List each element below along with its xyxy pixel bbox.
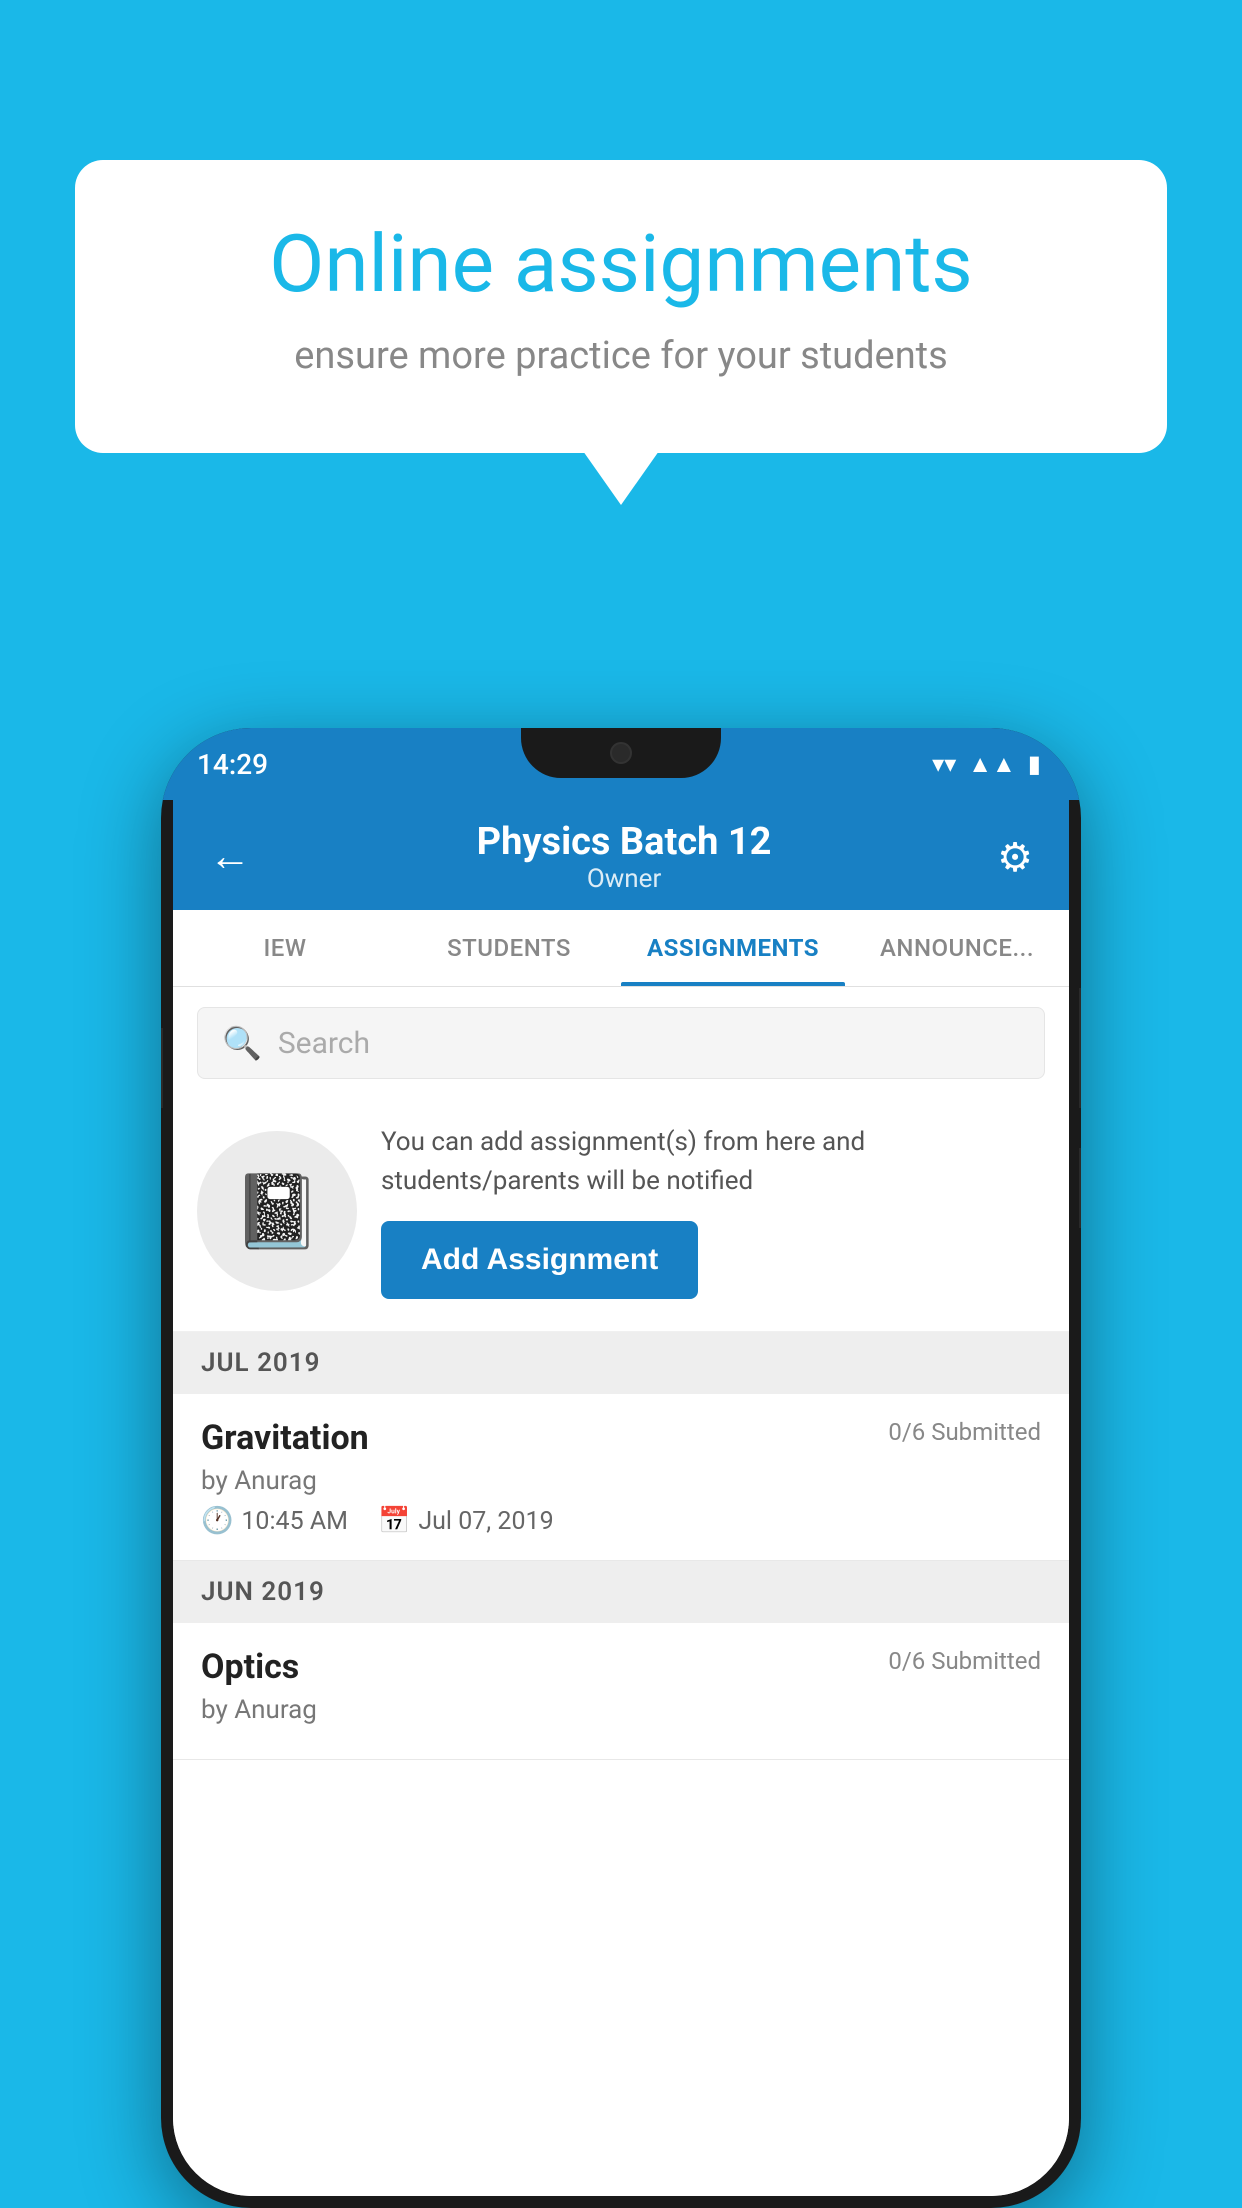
assignment-submitted-optics: 0/6 Submitted xyxy=(888,1647,1041,1675)
assignment-top-row-optics: Optics 0/6 Submitted xyxy=(201,1647,1041,1687)
assignment-submitted: 0/6 Submitted xyxy=(888,1418,1041,1446)
add-assignment-button[interactable]: Add Assignment xyxy=(381,1221,698,1299)
status-icons: ▾▾ ▲▲ ▮ xyxy=(932,750,1041,779)
content-area: 🔍 Search 📓 You can add assignment(s) fro… xyxy=(173,987,1069,2196)
app-header: ← Physics Batch 12 Owner ⚙ xyxy=(173,800,1069,910)
battery-icon: ▮ xyxy=(1028,750,1041,778)
promo-subtitle: ensure more practice for your students xyxy=(145,330,1097,383)
tab-iew[interactable]: IEW xyxy=(173,910,397,986)
assignment-by-optics: by Anurag xyxy=(201,1695,1041,1725)
back-button[interactable]: ← xyxy=(209,836,251,878)
assignment-name: Gravitation xyxy=(201,1418,369,1458)
volume-down-button xyxy=(1079,1148,1081,1228)
month-header-jul: JUL 2019 xyxy=(173,1332,1069,1394)
power-button xyxy=(1079,988,1081,1108)
phone-mockup: 14:29 ▾▾ ▲▲ ▮ ← Physics Batch 12 Owner ⚙… xyxy=(161,728,1081,2208)
assignment-date: 📅 Jul 07, 2019 xyxy=(378,1506,554,1536)
camera xyxy=(610,742,632,764)
assignment-meta: 🕐 10:45 AM 📅 Jul 07, 2019 xyxy=(201,1506,1041,1536)
tab-students[interactable]: STUDENTS xyxy=(397,910,621,986)
assignment-time: 🕐 10:45 AM xyxy=(201,1506,348,1536)
signal-icon: ▲▲ xyxy=(968,750,1016,779)
search-icon: 🔍 xyxy=(222,1024,262,1062)
promo-card: Online assignments ensure more practice … xyxy=(75,160,1167,453)
clock-icon: 🕐 xyxy=(201,1506,233,1536)
search-bar[interactable]: 🔍 Search xyxy=(197,1007,1045,1079)
app-screen: ← Physics Batch 12 Owner ⚙ IEW STUDENTS … xyxy=(173,800,1069,2196)
add-assignment-description: You can add assignment(s) from here and … xyxy=(381,1123,1045,1201)
notebook-icon: 📓 xyxy=(232,1169,322,1254)
assignment-time-value: 10:45 AM xyxy=(241,1507,348,1536)
add-assignment-right: You can add assignment(s) from here and … xyxy=(381,1123,1045,1299)
header-center: Physics Batch 12 Owner xyxy=(251,820,997,894)
batch-role: Owner xyxy=(251,864,997,894)
assignment-item-optics[interactable]: Optics 0/6 Submitted by Anurag xyxy=(173,1623,1069,1760)
assignment-name-optics: Optics xyxy=(201,1647,299,1687)
assignment-date-value: Jul 07, 2019 xyxy=(418,1507,553,1536)
settings-button[interactable]: ⚙ xyxy=(997,834,1033,881)
promo-title: Online assignments xyxy=(145,220,1097,308)
tab-announcements[interactable]: ANNOUNCE... xyxy=(845,910,1069,986)
wifi-icon: ▾▾ xyxy=(932,750,956,778)
tabs-bar: IEW STUDENTS ASSIGNMENTS ANNOUNCE... xyxy=(173,910,1069,987)
assignment-by: by Anurag xyxy=(201,1466,1041,1496)
assignment-top-row: Gravitation 0/6 Submitted xyxy=(201,1418,1041,1458)
assignment-item-gravitation[interactable]: Gravitation 0/6 Submitted by Anurag 🕐 10… xyxy=(173,1394,1069,1561)
tab-assignments[interactable]: ASSIGNMENTS xyxy=(621,910,845,986)
assignment-icon-container: 📓 xyxy=(197,1131,357,1291)
status-time: 14:29 xyxy=(197,748,268,781)
volume-button xyxy=(161,1028,163,1108)
phone-notch xyxy=(521,728,721,778)
search-container: 🔍 Search xyxy=(173,987,1069,1099)
batch-title: Physics Batch 12 xyxy=(251,820,997,864)
search-placeholder: Search xyxy=(278,1026,370,1061)
calendar-icon: 📅 xyxy=(378,1506,410,1536)
month-header-jun: JUN 2019 xyxy=(173,1561,1069,1623)
add-assignment-block: 📓 You can add assignment(s) from here an… xyxy=(173,1099,1069,1332)
